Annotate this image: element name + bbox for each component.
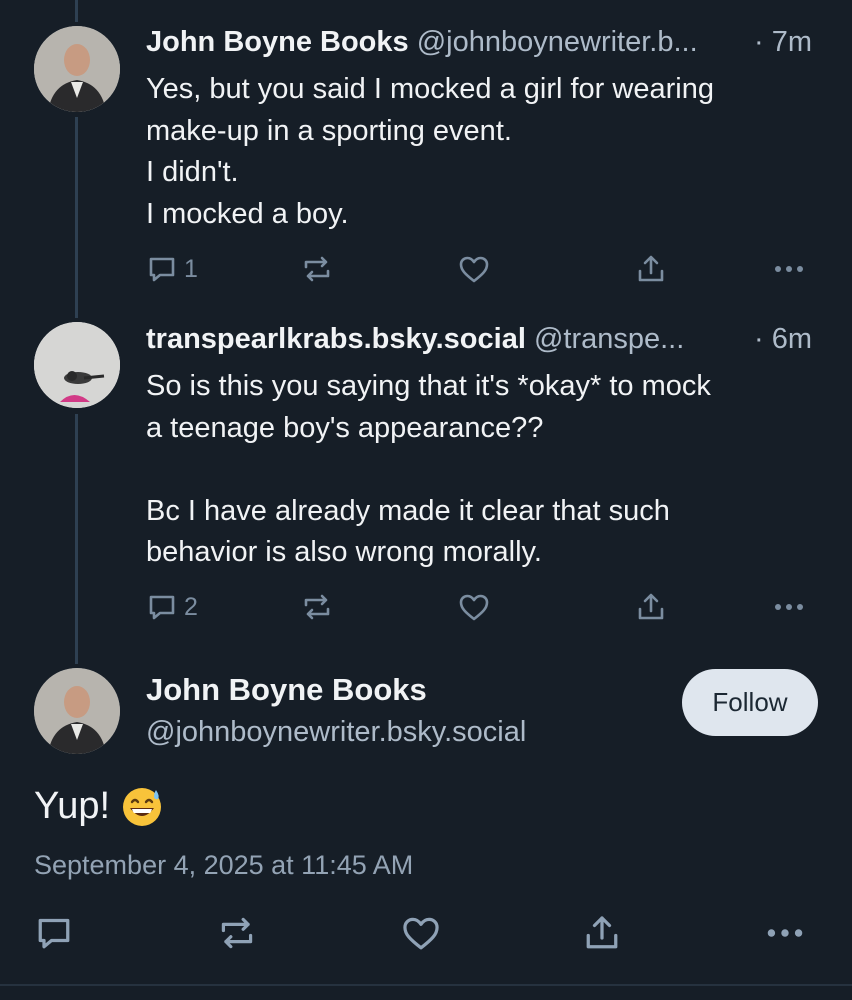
reply-icon	[149, 595, 175, 620]
repost-button[interactable]	[300, 587, 334, 627]
like-icon	[403, 917, 439, 950]
post-header: John Boyne Books @johnboynewriter.b... ·…	[146, 26, 826, 59]
post-text-line: I didn't.	[146, 156, 239, 188]
reply-button[interactable]: 1	[146, 249, 198, 289]
share-button[interactable]	[582, 910, 622, 956]
author-handle[interactable]: @johnboynewriter.b...	[417, 26, 698, 58]
like-button[interactable]	[457, 249, 491, 289]
avatar[interactable]	[34, 322, 120, 408]
post-actions: 1	[146, 249, 810, 289]
post-text-line: behavior is also wrong morally.	[146, 536, 542, 568]
post-text: Yup!	[34, 784, 164, 828]
reply-count: 2	[184, 592, 198, 621]
post-header: transpearlkrabs.bsky.social @transpe... …	[146, 323, 826, 356]
reply-icon	[149, 257, 175, 282]
post-time[interactable]: · 6m	[754, 323, 812, 356]
share-button[interactable]	[635, 249, 667, 289]
post-actions: 2	[146, 587, 810, 627]
thread-line-1	[75, 117, 78, 318]
share-icon	[586, 916, 618, 949]
author-handle[interactable]: @transpe...	[534, 323, 684, 355]
reply-button[interactable]: 2	[146, 587, 198, 627]
post-text-line: a teenage boy's appearance??	[146, 411, 544, 444]
post-text-line: I mocked a boy.	[146, 197, 349, 230]
avatar[interactable]	[34, 668, 120, 754]
like-button[interactable]	[400, 910, 442, 956]
author-handle[interactable]: @johnboynewriter.bsky.social	[146, 716, 526, 749]
repost-icon	[221, 917, 253, 949]
repost-button[interactable]	[216, 910, 258, 956]
repost-button[interactable]	[300, 249, 334, 289]
author-name[interactable]: John Boyne Books	[146, 26, 409, 58]
repost-icon	[304, 594, 330, 620]
share-icon	[638, 255, 664, 282]
reply-count: 1	[184, 254, 198, 283]
reply-icon	[38, 918, 70, 949]
thread-line-2	[75, 414, 78, 664]
avatar[interactable]	[34, 26, 120, 112]
post-actions	[34, 910, 814, 956]
like-icon	[459, 256, 489, 283]
post-text-content: Yup!	[34, 784, 111, 827]
share-button[interactable]	[635, 587, 667, 627]
divider	[0, 984, 852, 986]
more-icon	[775, 604, 803, 610]
post-text: So is this you saying that it's *okay* t…	[146, 366, 826, 574]
more-options-button[interactable]	[764, 910, 806, 956]
post-text-line: So is this you saying that it's *okay* t…	[146, 370, 711, 402]
reply-button[interactable]	[34, 910, 74, 956]
like-button[interactable]	[457, 587, 491, 627]
share-icon	[638, 593, 664, 620]
post-timestamp[interactable]: September 4, 2025 at 11:45 AM	[34, 850, 413, 881]
post-time[interactable]: · 7m	[754, 26, 812, 59]
like-icon	[459, 594, 489, 621]
more-icon	[775, 266, 803, 272]
post-text: Yes, but you said I mocked a girl for we…	[146, 69, 826, 235]
grinning-sweat-emoji-icon	[123, 788, 162, 826]
author-name[interactable]: John Boyne Books	[146, 672, 427, 708]
post-text-line: make-up in a sporting event.	[146, 114, 512, 147]
thread-line-top	[75, 0, 78, 22]
post-text-line	[146, 449, 826, 491]
repost-icon	[304, 256, 330, 282]
more-options-button[interactable]	[772, 249, 806, 289]
post-text-line: Bc I have already made it clear that suc…	[146, 494, 670, 527]
post-text-line: Yes, but you said I mocked a girl for we…	[146, 73, 714, 105]
author-name[interactable]: transpearlkrabs.bsky.social	[146, 323, 526, 355]
follow-button[interactable]: Follow	[682, 669, 818, 736]
more-icon	[767, 929, 803, 937]
more-options-button[interactable]	[772, 587, 806, 627]
